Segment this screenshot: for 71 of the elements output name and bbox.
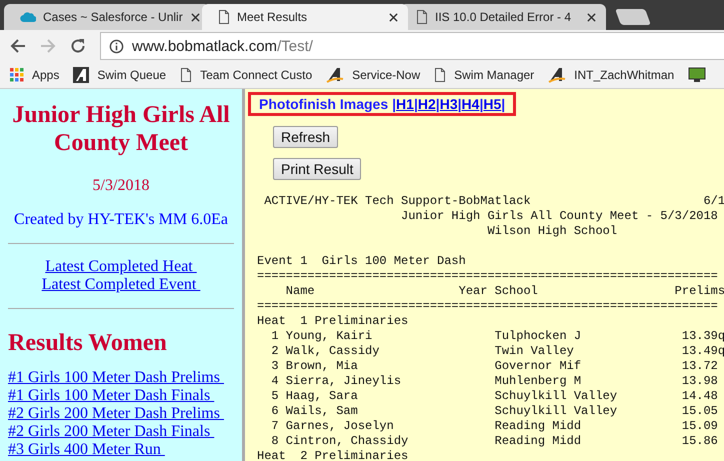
apps-grid-icon[interactable] bbox=[10, 68, 24, 82]
close-icon[interactable] bbox=[389, 12, 398, 22]
separator-text: | bbox=[501, 96, 506, 112]
results-header-line: Junior High Girls All County Meet - 5/3/2018 bbox=[400, 209, 718, 223]
photofinish-label: Photofinish Images bbox=[259, 96, 388, 112]
results-line: 1 Young, Kairi Tulphocken J 13.39q bbox=[270, 329, 724, 343]
event-link[interactable]: #2 Girls 200 Meter Dash Finals bbox=[8, 423, 214, 441]
latest-link[interactable]: Latest Completed Heat bbox=[45, 258, 197, 276]
separator-text: | bbox=[392, 96, 396, 112]
event-link[interactable]: #1 Girls 100 Meter Dash Finals bbox=[8, 387, 214, 405]
results-line: Name Year School Prelims bbox=[284, 284, 724, 298]
separator-text: | bbox=[436, 96, 440, 112]
monitor-icon[interactable] bbox=[688, 67, 706, 83]
bookmark-link[interactable]: Team Connect Custo bbox=[200, 68, 312, 82]
event-link[interactable]: #2 Girls 200 Meter Dash Prelims bbox=[8, 405, 224, 423]
event-link[interactable]: #1 Girls 100 Meter Dash Prelims bbox=[8, 369, 224, 387]
meet-date: 5/3/2018 bbox=[92, 177, 150, 195]
results-line: 4 Sierra, Jineylis Muhlenberg M 13.98 bbox=[270, 374, 718, 388]
heat-link[interactable]: H1 bbox=[396, 96, 414, 112]
url-path: /Test/ bbox=[277, 38, 313, 54]
separator-text: | bbox=[479, 96, 484, 112]
results-line: ================================================================ bbox=[257, 269, 718, 283]
tab-title: Meet Results bbox=[237, 10, 308, 24]
bookmark-link[interactable]: Swim Manager bbox=[454, 68, 534, 82]
results-line: 7 Garnes, Joselyn Reading Midd 15.09 bbox=[270, 419, 718, 433]
bookmark-link[interactable]: Service-Now bbox=[352, 68, 420, 82]
results-line: 8 Cintron, Chassidy Reading Midd 15.86 bbox=[270, 434, 718, 448]
action-button[interactable]: Refresh bbox=[273, 126, 338, 148]
results-line: Heat 2 Preliminaries bbox=[257, 449, 408, 461]
bookmark-link[interactable]: Swim Queue bbox=[97, 68, 166, 82]
meet-title: Junior High Girls All County Meet bbox=[11, 101, 231, 157]
info-icon bbox=[109, 38, 124, 54]
tab-title: Cases ~ Salesforce - Unlir bbox=[43, 10, 184, 24]
results-line: Event 1 Girls 100 Meter Dash bbox=[257, 254, 466, 268]
back-icon[interactable] bbox=[10, 38, 26, 54]
heat-link[interactable]: H4 bbox=[462, 96, 480, 112]
bookmark-link[interactable]: INT_ZachWhitman bbox=[574, 68, 674, 82]
heat-link[interactable]: H2 bbox=[418, 96, 436, 112]
address-bar[interactable]: www.bobmatlack.com/Test/ bbox=[100, 32, 724, 60]
url-host: www.bobmatlack.com bbox=[132, 38, 278, 54]
close-icon[interactable] bbox=[587, 12, 596, 22]
latest-link[interactable]: Latest Completed Event bbox=[42, 276, 200, 294]
results-line: ================================================================ bbox=[257, 299, 718, 313]
results-line: 6 Wails, Sam Schuylkill Valley 15.05 bbox=[270, 404, 718, 418]
new-tab-button[interactable] bbox=[615, 9, 651, 25]
heat-link[interactable]: H5 bbox=[483, 96, 502, 112]
separator-text: | bbox=[458, 96, 462, 112]
close-icon[interactable] bbox=[191, 12, 200, 22]
separator-text: | bbox=[414, 96, 418, 112]
results-line: 2 Walk, Cassidy Twin Valley 13.49q bbox=[270, 344, 724, 358]
heat-link[interactable]: H3 bbox=[440, 96, 458, 112]
results-line: 3 Brown, Mia Governor Mif 13.72 bbox=[270, 359, 718, 373]
results-line: Heat 1 Preliminaries bbox=[257, 314, 408, 328]
logo-icon[interactable] bbox=[548, 67, 566, 83]
results-line: 5 Haag, Sara Schuylkill Valley 14.48 bbox=[270, 389, 718, 403]
browser-tab[interactable]: Meet Results bbox=[202, 4, 408, 30]
tab-title: IIS 10.0 Detailed Error - 4 bbox=[435, 10, 572, 24]
logo-icon[interactable] bbox=[326, 67, 344, 83]
action-button[interactable]: Print Result bbox=[273, 158, 362, 180]
cloud-icon bbox=[20, 11, 36, 23]
event-link[interactable]: #3 Girls 400 Meter Run bbox=[8, 441, 165, 459]
document-icon[interactable] bbox=[434, 68, 446, 82]
bookmark-link[interactable]: Apps bbox=[32, 68, 60, 82]
document-icon bbox=[416, 10, 428, 24]
results-header-line: Wilson High School bbox=[486, 224, 618, 238]
reload-icon[interactable] bbox=[70, 38, 86, 54]
document-icon[interactable] bbox=[180, 68, 192, 82]
logo-icon[interactable] bbox=[73, 67, 90, 83]
created-by-text: Created by HY-TEK's MM 6.0Ea bbox=[13, 211, 229, 229]
section-title: Results Women bbox=[8, 329, 168, 357]
document-icon bbox=[218, 10, 230, 24]
